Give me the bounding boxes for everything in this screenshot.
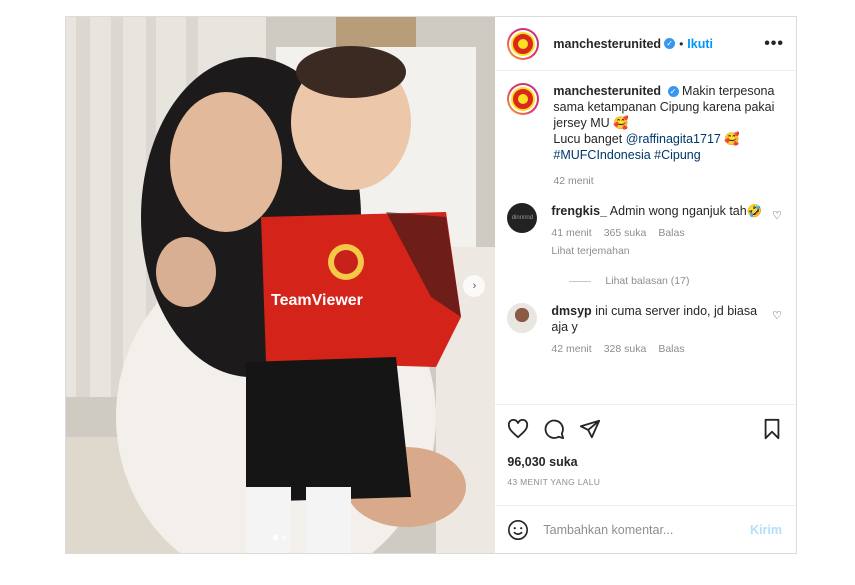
carousel-dot (282, 535, 287, 540)
avatar[interactable] (507, 303, 538, 333)
post-timestamp: 43 MENIT YANG LALU (507, 477, 601, 487)
comment-likes[interactable]: 365 suka (604, 227, 647, 239)
jersey-sponsor-text: TeamViewer (271, 292, 363, 309)
hashtag-links[interactable]: #MUFCIndonesia #Cipung (553, 148, 700, 162)
reply-button[interactable]: Balas (658, 227, 684, 239)
avatar[interactable] (507, 27, 540, 60)
comment-likes[interactable]: 328 suka (604, 343, 647, 355)
separator: • (679, 36, 684, 51)
comment-item: dinnnnd frengkis_ Admin wong nganjuk tah… (507, 203, 782, 257)
header-username[interactable]: manchesterunited (553, 37, 661, 51)
add-comment-bar: Tambahkan komentar... Kirim (495, 505, 796, 553)
comment-time: 42 menit (551, 343, 592, 355)
caption-time: 42 menit (553, 175, 594, 187)
comment-username[interactable]: dmsyp (551, 304, 591, 318)
comment-item: dmsyp ini cuma server indo, jd biasa aja… (507, 303, 782, 355)
view-replies-label: Lihat balasan (17) (605, 275, 690, 287)
comment-time: 41 menit (551, 227, 592, 239)
chevron-right-icon: › (472, 280, 477, 292)
caption: manchesterunited ✓ Makin terpesona sama … (507, 83, 782, 187)
share-icon[interactable] (579, 418, 601, 440)
comments-list[interactable]: manchesterunited ✓ Makin terpesona sama … (495, 71, 796, 404)
mention-link[interactable]: @raffinagita1717 (626, 132, 721, 146)
club-crest-icon (511, 87, 536, 111)
like-comment-heart-icon[interactable]: ♡ (772, 209, 782, 222)
likes-count[interactable]: 96,030 suka (507, 455, 782, 469)
follow-button[interactable]: Ikuti (687, 37, 713, 51)
caption-username[interactable]: manchesterunited (553, 84, 661, 98)
club-crest-icon (511, 31, 536, 56)
bookmark-icon[interactable] (762, 418, 782, 440)
post-media[interactable]: TeamViewer › (66, 17, 496, 553)
post-header: manchesterunited ✓ • Ikuti ••• (495, 17, 796, 71)
post-photo: TeamViewer (66, 17, 496, 553)
verified-badge-icon: ✓ (667, 86, 679, 98)
avatar[interactable] (507, 83, 540, 115)
more-options-icon[interactable]: ••• (764, 35, 784, 53)
carousel-dot (273, 535, 278, 540)
carousel-dots (273, 535, 287, 540)
comment-icon[interactable] (543, 418, 565, 440)
avatar-text: dinnnnd (511, 215, 534, 221)
comment-text: Admin wong nganjuk tah🤣 (609, 204, 763, 218)
verified-badge-icon: ✓ (664, 38, 676, 49)
avatar[interactable]: dinnnnd (507, 203, 538, 233)
like-comment-heart-icon[interactable]: ♡ (772, 309, 782, 322)
comment-input[interactable]: Tambahkan komentar... (543, 523, 750, 537)
view-replies-button[interactable]: Lihat balasan (17) (569, 275, 782, 287)
see-translation-link[interactable]: Lihat terjemahan (551, 245, 764, 257)
action-bar: 96,030 suka 43 MENIT YANG LALU (495, 404, 796, 487)
post-sidebar: manchesterunited ✓ • Ikuti ••• mancheste… (495, 17, 796, 553)
post-card: TeamViewer › manchesterunited ✓ • Ikuti … (65, 16, 797, 554)
caption-emoji: 🥰 (720, 132, 740, 146)
heart-icon[interactable] (507, 419, 529, 439)
divider (569, 280, 592, 282)
reply-button[interactable]: Balas (658, 343, 684, 355)
emoji-icon[interactable] (507, 519, 529, 541)
caption-text-2: Lucu banget (553, 132, 626, 146)
comment-username[interactable]: frengkis_ (551, 204, 607, 218)
post-comment-button[interactable]: Kirim (750, 523, 782, 537)
